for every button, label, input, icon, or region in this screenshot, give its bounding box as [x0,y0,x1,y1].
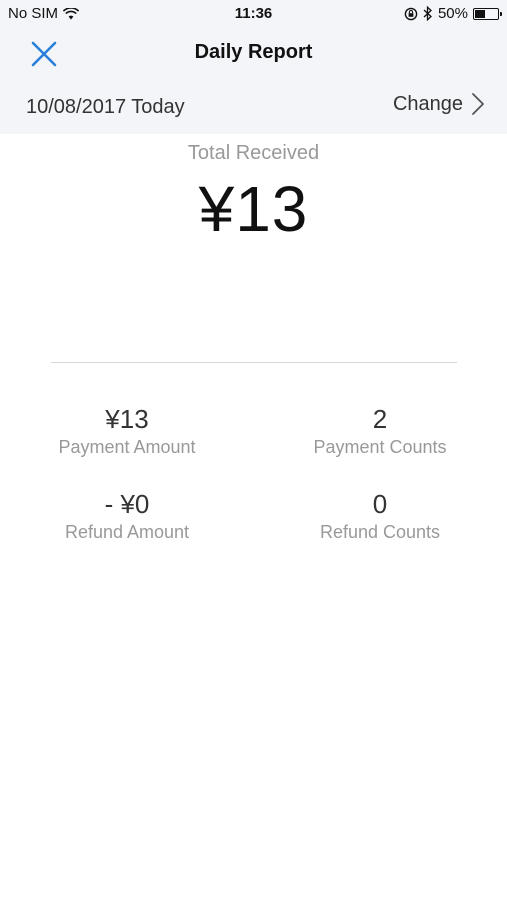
stat-label: Refund Counts [319,522,441,542]
page-title: Daily Report [194,41,313,63]
stat-value: 0 [372,489,388,519]
report-date: 10/08/2017 Today [26,96,185,118]
battery-cap [500,11,502,16]
stat-refund-amount: - ¥0 Refund Amount [27,488,227,543]
stat-value: ¥13 [105,404,149,434]
status-bar: No SIM 11:36 50% [0,0,507,28]
stat-refund-counts: 0 Refund Counts [280,488,480,543]
stat-payment-amount: ¥13 Payment Amount [27,403,227,458]
nav-bar: Daily Report [0,28,507,80]
change-date-label: Change [392,92,463,115]
battery-percent: 50% [437,5,468,22]
rotation-lock-icon [404,7,418,20]
stat-payment-counts: 2 Payment Counts [280,403,480,458]
stat-label: Payment Amount [58,437,196,457]
total-received-amount: ¥13 [198,173,309,245]
date-bar: 10/08/2017 Today Change [0,80,507,134]
divider [51,362,457,363]
stat-label: Payment Counts [313,437,447,457]
total-received-label: Total Received [187,142,320,164]
bluetooth-icon [423,6,432,21]
close-icon [31,41,57,67]
battery-icon [473,7,502,20]
chevron-right-icon [472,93,484,115]
stat-label: Refund Amount [64,522,190,542]
close-button[interactable] [28,38,60,70]
change-date-button[interactable]: Change [393,92,485,116]
status-right: 50% [404,5,502,22]
stat-value: - ¥0 [104,489,150,519]
battery-fill [475,9,485,18]
stat-value: 2 [372,404,388,434]
